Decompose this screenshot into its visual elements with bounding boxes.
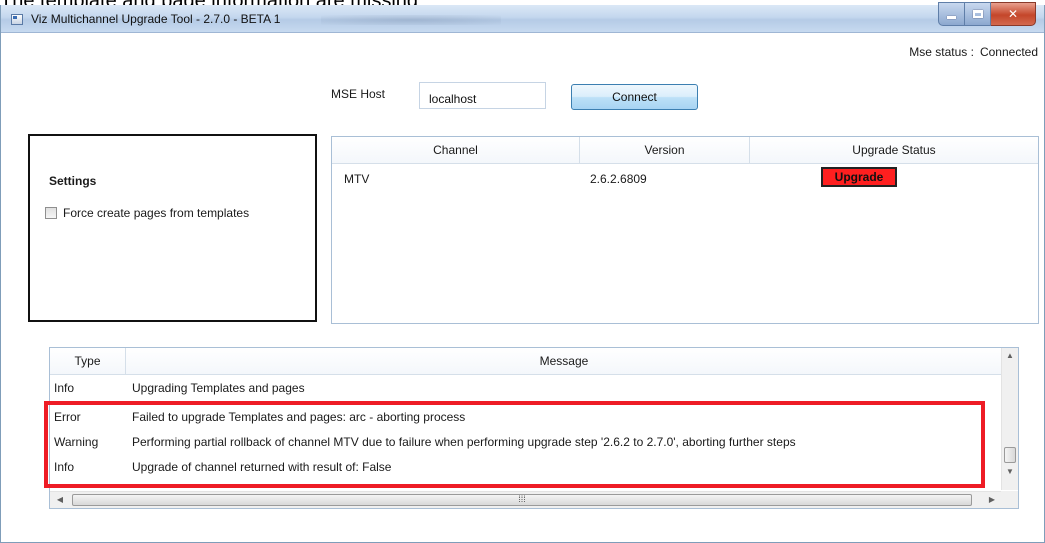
column-header-channel[interactable]: Channel [332,137,580,164]
log-table-header: Type Message [50,348,1002,375]
table-row[interactable]: Info Upgrading Templates and pages [50,376,1002,400]
table-row[interactable]: Warning Performing partial rollback of c… [50,430,1002,454]
minimize-button[interactable] [938,2,965,26]
settings-title: Settings [49,174,97,188]
force-create-checkbox[interactable] [45,207,57,219]
settings-panel: Settings Force create pages from templat… [28,134,317,322]
log-message: Upgrade of channel returned with result … [132,460,392,474]
title-bar[interactable]: Viz Multichannel Upgrade Tool - 2.7.0 - … [1,2,1044,33]
mse-host-label: MSE Host [331,87,386,101]
log-message: Performing partial rollback of channel M… [132,435,796,449]
window-controls: ✕ [938,2,1036,26]
app-window: Viz Multichannel Upgrade Tool - 2.7.0 - … [0,2,1045,543]
column-header-message[interactable]: Message [126,348,1002,375]
table-row[interactable]: Error Failed to upgrade Templates and pa… [50,405,1002,429]
app-window-icon [11,14,23,25]
log-message: Failed to upgrade Templates and pages: a… [132,410,466,424]
channel-version: 2.6.2.6809 [590,172,647,186]
log-type: Info [54,381,75,395]
mse-status-label: Mse status : [909,45,974,59]
minimize-icon [947,15,956,19]
horizontal-scroll-thumb[interactable]: ⁞⁞⁞ [72,494,972,506]
maximize-icon [972,10,983,18]
horizontal-scrollbar[interactable]: ◀ ⁞⁞⁞ ▶ [50,491,1002,508]
log-type: Error [54,410,81,424]
window-title: Viz Multichannel Upgrade Tool - 2.7.0 - … [31,12,281,26]
log-type: Warning [54,435,99,449]
log-table: Type Message Info Upgrading Templates an… [49,347,1019,509]
column-header-type[interactable]: Type [50,348,126,375]
scroll-down-icon[interactable]: ▼ [1002,464,1018,480]
connect-button[interactable]: Connect [571,84,698,110]
vertical-scroll-thumb[interactable] [1004,447,1016,463]
force-create-option[interactable]: Force create pages from templates [45,206,249,220]
log-message: Upgrading Templates and pages [132,381,305,395]
channel-name: MTV [344,172,370,186]
maximize-button[interactable] [965,2,991,26]
scroll-left-icon[interactable]: ◀ [52,492,68,508]
mse-host-input[interactable] [419,82,546,109]
scroll-right-icon[interactable]: ▶ [984,492,1000,508]
scroll-up-icon[interactable]: ▲ [1002,348,1018,364]
log-type: Info [54,460,75,474]
close-icon: ✕ [1007,7,1019,21]
column-header-upgrade-status[interactable]: Upgrade Status [750,137,1038,164]
table-row[interactable]: MTV 2.6.2.6809 Upgrade [332,164,1038,191]
upgrade-button[interactable]: Upgrade [821,167,897,187]
force-create-label: Force create pages from templates [63,206,250,220]
channel-table: Channel Version Upgrade Status MTV 2.6.2… [331,136,1039,324]
mse-status: Mse status : Connected [909,45,1038,59]
close-button[interactable]: ✕ [991,2,1036,26]
table-row[interactable]: Info Upgrade of channel returned with re… [50,455,1002,479]
channel-table-header: Channel Version Upgrade Status [332,137,1038,164]
mse-status-value: Connected [979,45,1038,59]
column-header-version[interactable]: Version [580,137,750,164]
vertical-scrollbar[interactable]: ▲ ▼ [1001,348,1018,490]
